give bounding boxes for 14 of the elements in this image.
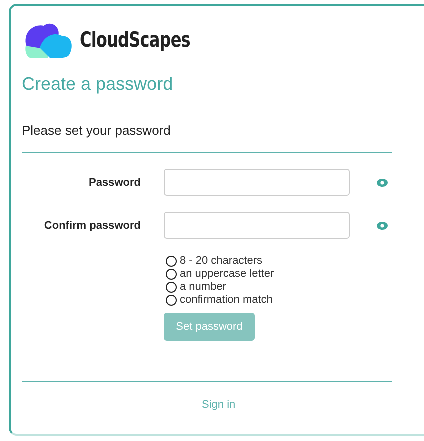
password-field[interactable] bbox=[164, 169, 350, 196]
instruction-text: Please set your password bbox=[22, 123, 172, 138]
requirement-text: an uppercase letter bbox=[180, 268, 274, 280]
field-label: Confirm password bbox=[43, 220, 141, 232]
field-label: Password bbox=[88, 176, 141, 188]
password-field[interactable] bbox=[164, 212, 350, 239]
page-title: Create a password bbox=[22, 74, 174, 95]
sign-in-link[interactable]: Sign in bbox=[202, 399, 236, 411]
brand-name: CloudScapes bbox=[80, 28, 190, 52]
eye-icon[interactable] bbox=[377, 178, 388, 186]
eye-icon[interactable] bbox=[377, 222, 388, 230]
requirement-text: confirmation match bbox=[180, 294, 273, 306]
requirement-text: a number bbox=[180, 281, 226, 293]
requirement-text: 8 - 20 characters bbox=[180, 255, 263, 267]
